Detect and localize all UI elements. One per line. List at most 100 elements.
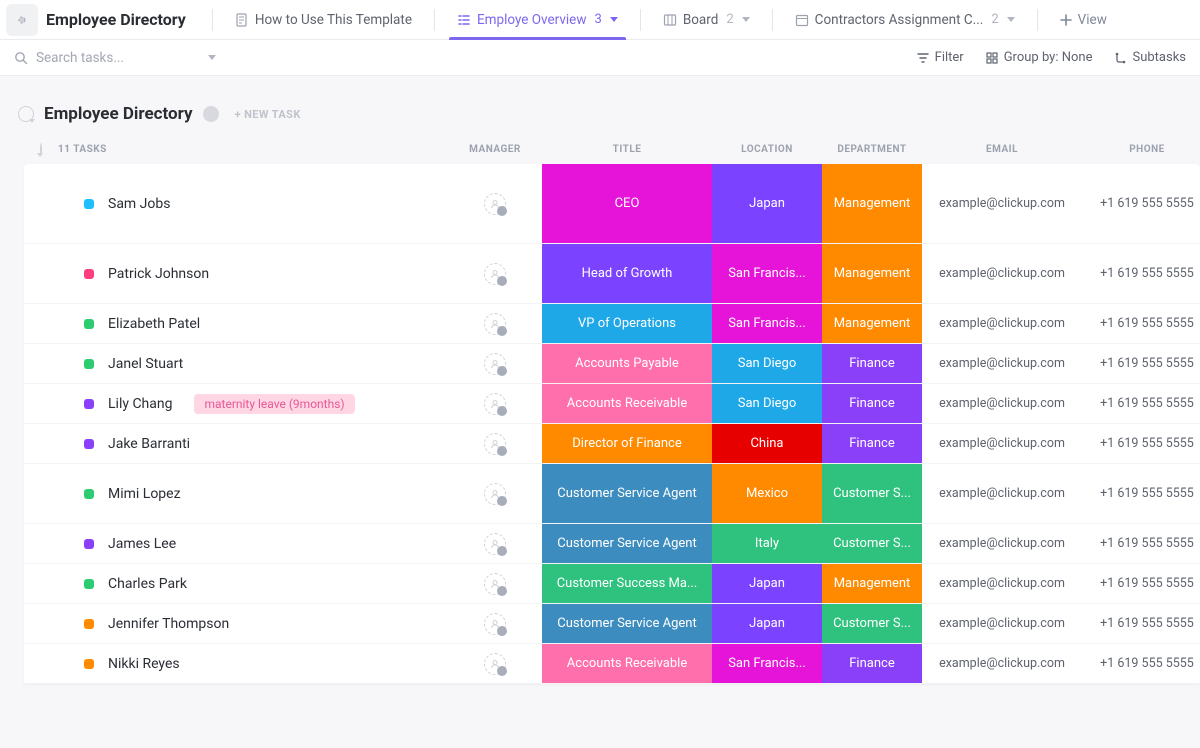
title-cell[interactable]: Customer Service Agent <box>542 604 712 643</box>
phone-cell[interactable]: +1 619 555 5555 <box>1082 164 1200 243</box>
phone-cell[interactable]: +1 619 555 5555 <box>1082 304 1200 343</box>
task-name-cell[interactable]: Janel Stuart <box>68 344 448 383</box>
location-cell[interactable]: San Diego <box>712 344 822 383</box>
assignee-empty-icon[interactable] <box>484 193 506 215</box>
title-cell[interactable]: Customer Service Agent <box>542 524 712 563</box>
phone-cell[interactable]: +1 619 555 5555 <box>1082 524 1200 563</box>
table-row[interactable]: Jennifer Thompson Customer Service AgentJ… <box>24 604 1200 644</box>
location-cell[interactable]: Italy <box>712 524 822 563</box>
col-phone[interactable]: PHONE <box>1082 144 1200 155</box>
department-cell[interactable]: Management <box>822 564 922 603</box>
status-dot[interactable] <box>84 489 94 499</box>
assignee-empty-icon[interactable] <box>484 313 506 335</box>
manager-cell[interactable] <box>448 384 542 423</box>
table-row[interactable]: Lily Changmaternity leave (9months) Accou… <box>24 384 1200 424</box>
assignee-empty-icon[interactable] <box>484 263 506 285</box>
phone-cell[interactable]: +1 619 555 5555 <box>1082 604 1200 643</box>
manager-cell[interactable] <box>448 164 542 243</box>
status-dot[interactable] <box>84 269 94 279</box>
email-cell[interactable]: example@clickup.com <box>922 424 1082 463</box>
status-dot[interactable] <box>84 399 94 409</box>
manager-cell[interactable] <box>448 304 542 343</box>
task-name-cell[interactable]: Jake Barranti <box>68 424 448 463</box>
assignee-empty-icon[interactable] <box>484 483 506 505</box>
status-dot[interactable] <box>84 579 94 589</box>
department-cell[interactable]: Finance <box>822 644 922 683</box>
title-cell[interactable]: Customer Success Ma... <box>542 564 712 603</box>
location-cell[interactable]: Japan <box>712 604 822 643</box>
col-title[interactable]: TITLE <box>542 144 712 155</box>
email-cell[interactable]: example@clickup.com <box>922 164 1082 243</box>
title-cell[interactable]: Customer Service Agent <box>542 464 712 523</box>
phone-cell[interactable]: +1 619 555 5555 <box>1082 644 1200 683</box>
department-cell[interactable]: Finance <box>822 424 922 463</box>
table-row[interactable]: Charles ParkCustomer Success Ma...JapanM… <box>24 564 1200 604</box>
email-cell[interactable]: example@clickup.com <box>922 384 1082 423</box>
title-cell[interactable]: Accounts Receivable <box>542 644 712 683</box>
manager-cell[interactable] <box>448 604 542 643</box>
tab-employee-overview[interactable]: Employe Overview 3 <box>447 0 628 40</box>
assignee-empty-icon[interactable] <box>484 393 506 415</box>
subtasks-button[interactable]: Subtasks <box>1114 50 1186 65</box>
department-cell[interactable]: Management <box>822 304 922 343</box>
tab-board[interactable]: Board 2 <box>653 0 760 40</box>
email-cell[interactable]: example@clickup.com <box>922 604 1082 643</box>
collapse-toggle[interactable] <box>18 106 34 122</box>
table-row[interactable]: Elizabeth PatelVP of OperationsSan Franc… <box>24 304 1200 344</box>
location-cell[interactable]: China <box>712 424 822 463</box>
manager-cell[interactable] <box>448 524 542 563</box>
department-cell[interactable]: Customer S... <box>822 464 922 523</box>
department-cell[interactable]: Customer S... <box>822 524 922 563</box>
task-name-cell[interactable]: Mimi Lopez <box>68 464 448 523</box>
add-view-button[interactable]: View <box>1050 12 1117 28</box>
status-dot[interactable] <box>84 539 94 549</box>
tag-badge[interactable]: maternity leave (9months) <box>194 394 354 414</box>
task-name-cell[interactable]: Patrick Johnson <box>68 244 448 303</box>
col-email[interactable]: EMAIL <box>922 144 1082 155</box>
email-cell[interactable]: example@clickup.com <box>922 244 1082 303</box>
assignee-empty-icon[interactable] <box>484 433 506 455</box>
task-name-cell[interactable]: Jennifer Thompson <box>68 604 448 643</box>
table-row[interactable]: Mimi LopezCustomer Service AgentMexicoCu… <box>24 464 1200 524</box>
table-row[interactable]: Sam JobsCEOJapanManagementexample@clicku… <box>24 164 1200 244</box>
department-cell[interactable]: Finance <box>822 344 922 383</box>
search-input[interactable]: Search tasks... <box>14 50 899 66</box>
phone-cell[interactable]: +1 619 555 5555 <box>1082 384 1200 423</box>
email-cell[interactable]: example@clickup.com <box>922 344 1082 383</box>
table-row[interactable]: Jake Barranti Director of FinanceChinaFin… <box>24 424 1200 464</box>
location-cell[interactable]: San Francis... <box>712 304 822 343</box>
table-row[interactable]: James LeeCustomer Service AgentItalyCust… <box>24 524 1200 564</box>
title-cell[interactable]: Director of Finance <box>542 424 712 463</box>
title-cell[interactable]: VP of Operations <box>542 304 712 343</box>
status-dot[interactable] <box>84 439 94 449</box>
task-name-cell[interactable]: Lily Changmaternity leave (9months) <box>68 384 448 423</box>
title-cell[interactable]: CEO <box>542 164 712 243</box>
expand-all-toggle[interactable] <box>40 143 42 156</box>
manager-cell[interactable] <box>448 644 542 683</box>
phone-cell[interactable]: +1 619 555 5555 <box>1082 244 1200 303</box>
title-cell[interactable]: Head of Growth <box>542 244 712 303</box>
manager-cell[interactable] <box>448 564 542 603</box>
email-cell[interactable]: example@clickup.com <box>922 524 1082 563</box>
location-cell[interactable]: San Diego <box>712 384 822 423</box>
title-cell[interactable]: Accounts Receivable <box>542 384 712 423</box>
col-department[interactable]: DEPARTMENT <box>822 144 922 155</box>
filter-button[interactable]: Filter <box>917 50 964 65</box>
table-row[interactable]: Patrick JohnsonHead of GrowthSan Francis… <box>24 244 1200 304</box>
email-cell[interactable]: example@clickup.com <box>922 564 1082 603</box>
assignee-empty-icon[interactable] <box>484 353 506 375</box>
status-dot[interactable] <box>84 199 94 209</box>
info-icon[interactable] <box>203 106 219 122</box>
phone-cell[interactable]: +1 619 555 5555 <box>1082 344 1200 383</box>
email-cell[interactable]: example@clickup.com <box>922 304 1082 343</box>
table-row[interactable]: Nikki ReyesAccounts ReceivableSan Franci… <box>24 644 1200 684</box>
status-dot[interactable] <box>84 659 94 669</box>
department-cell[interactable]: Customer S... <box>822 604 922 643</box>
assignee-empty-icon[interactable] <box>484 533 506 555</box>
department-cell[interactable]: Finance <box>822 384 922 423</box>
tab-how-to-use[interactable]: How to Use This Template <box>225 0 422 40</box>
col-manager[interactable]: MANAGER <box>448 144 542 155</box>
manager-cell[interactable] <box>448 424 542 463</box>
task-name-cell[interactable]: Charles Park <box>68 564 448 603</box>
title-cell[interactable]: Accounts Payable <box>542 344 712 383</box>
